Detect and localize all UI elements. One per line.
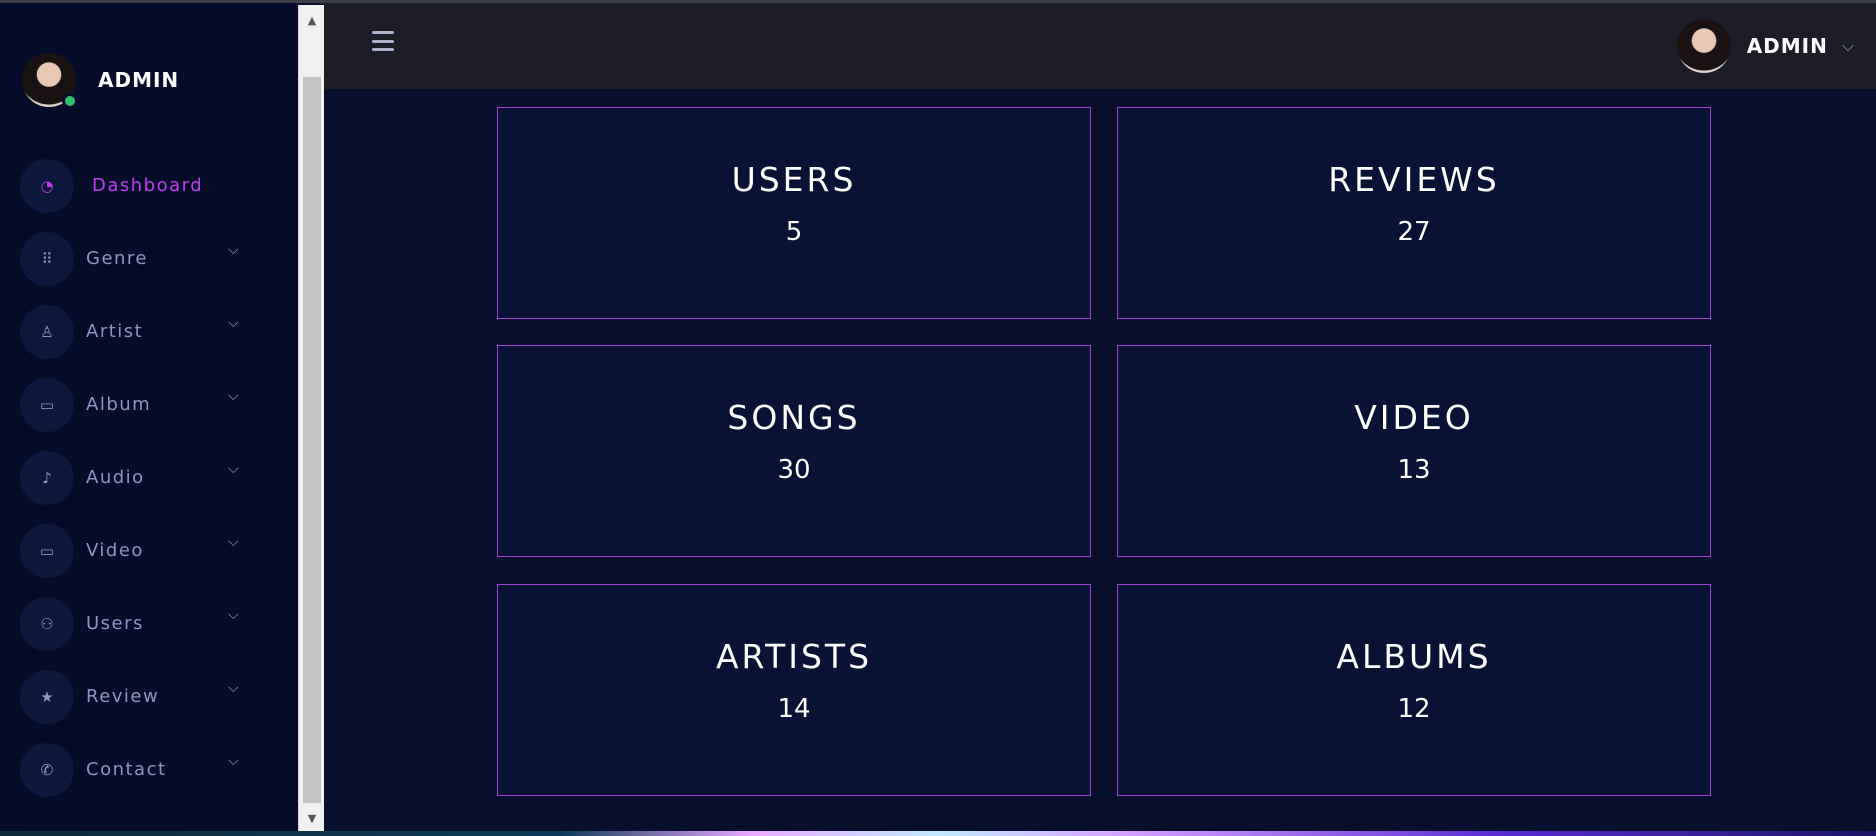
sidebar-item-video[interactable]: ▭ Video ⌵ [20,514,260,587]
sidebar-scrollbar[interactable]: ▲ ▼ [298,5,324,831]
user-name: ADMIN [1746,34,1828,58]
stat-card-value: 30 [777,455,811,485]
chevron-down-icon[interactable]: ⌵ [228,388,239,404]
stat-card-title: REVIEWS [1328,160,1500,199]
music-note-icon: ♪ [20,450,74,505]
phone-icon: ✆ [20,742,74,797]
sidebar-item-genre[interactable]: ⠿ Genre ⌵ [20,222,260,295]
scroll-up-arrow-icon[interactable]: ▲ [299,9,325,31]
stat-card-artists[interactable]: ARTISTS 14 [497,584,1091,796]
sidebar-item-artist[interactable]: ♙ Artist ⌵ [20,295,260,368]
chevron-down-icon[interactable]: ⌵ [228,680,239,696]
stat-card-value: 27 [1397,217,1431,247]
stat-card-title: VIDEO [1354,398,1474,437]
sidebar-item-label: Genre [86,248,149,269]
stat-card-title: ALBUMS [1336,637,1492,676]
chevron-down-icon[interactable]: ⌵ [228,607,239,623]
chevron-down-icon[interactable]: ⌵ [228,534,239,550]
video-camera-icon: ▭ [20,523,74,578]
bottom-gradient-bar [0,831,1876,836]
sidebar-item-users[interactable]: ⚇ Users ⌵ [20,587,260,660]
scroll-down-arrow-icon[interactable]: ▼ [299,807,325,829]
sidebar-item-label: Review [86,686,160,707]
chevron-down-icon[interactable]: ⌵ [228,753,239,769]
scrollbar-thumb[interactable] [303,77,321,803]
dashboard-icon: ◔ [20,158,74,213]
sidebar: ADMIN ◔ Dashboard ⠿ Genre ⌵ ♙ Artist ⌵ ▭… [0,3,298,831]
sidebar-menu: ◔ Dashboard ⠿ Genre ⌵ ♙ Artist ⌵ ▭ Album… [20,149,260,806]
user-menu[interactable]: ADMIN ⌵ [1676,19,1854,73]
sidebar-item-review[interactable]: ★ Review ⌵ [20,660,260,733]
stat-card-value: 12 [1397,694,1431,724]
sidebar-item-label: Contact [86,759,167,780]
chevron-down-icon[interactable]: ⌵ [1842,36,1854,56]
users-icon: ⚇ [20,596,74,651]
sidebar-item-label: Dashboard [92,175,204,196]
stat-card-reviews[interactable]: REVIEWS 27 [1117,107,1711,319]
stat-card-title: USERS [731,160,857,199]
stat-card-users[interactable]: USERS 5 [497,107,1091,319]
sidebar-item-label: Album [86,394,152,415]
stat-card-songs[interactable]: SONGS 30 [497,345,1091,557]
folder-icon: ▭ [20,377,74,432]
chevron-down-icon[interactable]: ⌵ [228,315,239,331]
stat-card-video[interactable]: VIDEO 13 [1117,345,1711,557]
hamburger-menu-icon[interactable] [372,31,394,51]
sidebar-item-label: Audio [86,467,145,488]
stat-card-value: 13 [1397,455,1431,485]
sidebar-item-dashboard[interactable]: ◔ Dashboard [20,149,260,222]
sidebar-item-audio[interactable]: ♪ Audio ⌵ [20,441,260,514]
star-icon: ★ [20,669,74,724]
grid-icon: ⠿ [20,231,74,286]
stat-card-albums[interactable]: ALBUMS 12 [1117,584,1711,796]
top-header: ADMIN ⌵ [324,3,1876,89]
sidebar-item-contact[interactable]: ✆ Contact ⌵ [20,733,260,806]
profile-name: ADMIN [98,68,180,92]
stat-card-title: SONGS [727,398,861,437]
stat-card-value: 5 [785,217,803,247]
chevron-down-icon[interactable]: ⌵ [228,242,239,258]
sidebar-item-label: Artist [86,321,144,342]
chevron-down-icon[interactable]: ⌵ [228,461,239,477]
avatar [1676,19,1731,73]
stat-card-value: 14 [777,694,811,724]
user-icon: ♙ [20,304,74,359]
sidebar-item-label: Video [86,540,144,561]
online-status-dot [62,93,78,109]
sidebar-item-album[interactable]: ▭ Album ⌵ [20,368,260,441]
sidebar-profile[interactable]: ADMIN [22,53,180,109]
sidebar-item-label: Users [86,613,144,634]
stat-card-title: ARTISTS [715,637,873,676]
avatar [22,53,78,109]
